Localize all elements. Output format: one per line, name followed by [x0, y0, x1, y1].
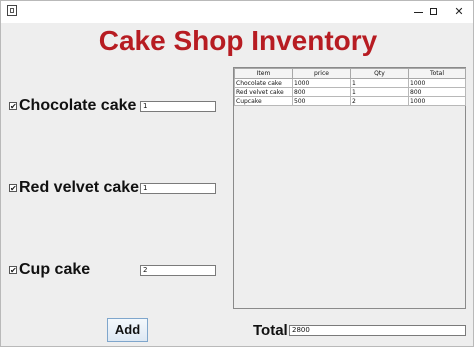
total-label: Total: [253, 322, 288, 339]
java-app-icon: [7, 5, 17, 16]
table-cell[interactable]: 1: [350, 78, 409, 88]
table-cell[interactable]: Red velvet cake: [234, 87, 293, 97]
page-title: Cake Shop Inventory: [98, 25, 378, 56]
order-table: Item price Qty Total Chocolate cake 1000…: [234, 68, 466, 106]
close-icon: ✕: [454, 5, 464, 18]
table-cell[interactable]: 1000: [408, 96, 466, 106]
item-label-cup-cake: Cup cake: [19, 261, 91, 278]
table-header-row: Item price Qty Total: [234, 68, 466, 79]
order-table-panel[interactable]: Item price Qty Total Chocolate cake 1000…: [233, 67, 466, 309]
close-button[interactable]: ✕: [445, 1, 473, 23]
table-cell[interactable]: Chocolate cake: [234, 78, 293, 88]
checkmark-icon: ✔: [10, 184, 17, 193]
column-header-item[interactable]: Item: [234, 68, 293, 79]
table-cell[interactable]: 1: [350, 87, 409, 97]
table-cell[interactable]: 800: [408, 87, 466, 97]
checkmark-icon: ✔: [10, 102, 17, 111]
title-bar: ✕: [1, 1, 473, 23]
chocolate-cake-qty-input[interactable]: 1: [140, 101, 216, 112]
app-window: ✕ Cake Shop Inventory ✔ Chocolate cake 1…: [0, 0, 474, 347]
table-cell[interactable]: 500: [292, 96, 351, 106]
cup-cake-checkbox[interactable]: ✔: [9, 266, 17, 275]
cup-cake-qty-input[interactable]: 2: [140, 265, 216, 276]
maximize-icon: [430, 8, 437, 15]
table-cell[interactable]: 800: [292, 87, 351, 97]
total-field[interactable]: 2800: [289, 325, 466, 336]
column-header-qty[interactable]: Qty: [350, 68, 409, 79]
red-velvet-cake-checkbox[interactable]: ✔: [9, 184, 17, 193]
table-row[interactable]: Red velvet cake 800 1 800: [234, 87, 466, 97]
table-row[interactable]: Cupcake 500 2 1000: [234, 96, 466, 106]
column-header-price[interactable]: price: [292, 68, 351, 79]
red-velvet-cake-qty-input[interactable]: 1: [140, 183, 216, 194]
checkmark-icon: ✔: [10, 266, 17, 275]
chocolate-cake-checkbox[interactable]: ✔: [9, 102, 17, 111]
table-cell[interactable]: 1000: [292, 78, 351, 88]
column-header-total[interactable]: Total: [408, 68, 466, 79]
table-row[interactable]: Chocolate cake 1000 1 1000: [234, 78, 466, 88]
item-label-red-velvet-cake: Red velvet cake: [19, 179, 140, 196]
add-button[interactable]: Add: [107, 318, 148, 342]
item-label-chocolate-cake: Chocolate cake: [19, 97, 137, 114]
table-cell[interactable]: Cupcake: [234, 96, 293, 106]
table-cell[interactable]: 1000: [408, 78, 466, 88]
table-cell[interactable]: 2: [350, 96, 409, 106]
